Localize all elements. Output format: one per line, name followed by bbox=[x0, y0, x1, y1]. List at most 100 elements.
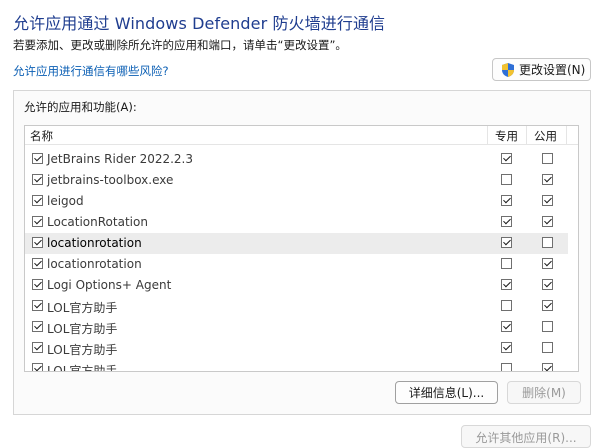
enabled-checkbox[interactable] bbox=[32, 174, 43, 185]
allowed-apps-label: 允许的应用和功能(A): bbox=[24, 100, 137, 114]
checkbox-box[interactable] bbox=[501, 279, 512, 290]
app-name: Logi Options+ Agent bbox=[47, 278, 172, 292]
column-divider[interactable] bbox=[487, 126, 488, 144]
checkbox-box[interactable] bbox=[542, 195, 553, 206]
enabled-checkbox[interactable] bbox=[32, 300, 43, 311]
checkbox-box[interactable] bbox=[32, 174, 43, 185]
page-title: 允许应用通过 Windows Defender 防火墙进行通信 bbox=[13, 14, 386, 33]
checkbox-box[interactable] bbox=[542, 279, 553, 290]
app-name: LOL官方助手 bbox=[47, 301, 118, 315]
app-name: LocationRotation bbox=[47, 215, 148, 229]
table-row[interactable]: LOL官方助手 bbox=[25, 359, 568, 372]
column-divider bbox=[566, 126, 567, 144]
checkbox-box[interactable] bbox=[542, 342, 553, 353]
checkbox-box[interactable] bbox=[32, 153, 43, 164]
column-header-public[interactable]: 公用 bbox=[534, 128, 557, 144]
checkbox-box[interactable] bbox=[542, 174, 553, 185]
checkbox-box[interactable] bbox=[501, 237, 512, 248]
checkbox-box[interactable] bbox=[542, 300, 553, 311]
table-row[interactable]: leigod bbox=[25, 191, 568, 212]
enabled-checkbox[interactable] bbox=[32, 279, 43, 290]
public-checkbox[interactable] bbox=[542, 153, 553, 164]
checkbox-box[interactable] bbox=[501, 153, 512, 164]
public-checkbox[interactable] bbox=[542, 237, 553, 248]
enabled-checkbox[interactable] bbox=[32, 237, 43, 248]
app-name: LOL官方助手 bbox=[47, 343, 118, 357]
checkbox-box[interactable] bbox=[501, 195, 512, 206]
table-row[interactable]: JetBrains Rider 2022.2.3 bbox=[25, 149, 568, 170]
enabled-checkbox[interactable] bbox=[32, 363, 43, 371]
enabled-checkbox[interactable] bbox=[32, 342, 43, 353]
enabled-checkbox[interactable] bbox=[32, 153, 43, 164]
private-checkbox[interactable] bbox=[501, 237, 512, 248]
checkbox-box[interactable] bbox=[542, 258, 553, 269]
checkbox-box[interactable] bbox=[501, 321, 512, 332]
public-checkbox[interactable] bbox=[542, 321, 553, 332]
change-settings-button[interactable]: 更改设置(N) bbox=[492, 58, 591, 81]
private-checkbox[interactable] bbox=[501, 363, 512, 371]
table-row[interactable]: LOL官方助手 bbox=[25, 338, 568, 359]
private-checkbox[interactable] bbox=[501, 195, 512, 206]
checkbox-box[interactable] bbox=[542, 153, 553, 164]
table-row[interactable]: LOL官方助手 bbox=[25, 296, 568, 317]
public-checkbox[interactable] bbox=[542, 363, 553, 371]
table-row[interactable]: Logi Options+ Agent bbox=[25, 275, 568, 296]
allowed-apps-list[interactable]: 名称 专用 公用 JetBrains Rider 2022.2.3 jetbrai… bbox=[24, 125, 579, 372]
checkbox-box[interactable] bbox=[542, 237, 553, 248]
public-checkbox[interactable] bbox=[542, 174, 553, 185]
private-checkbox[interactable] bbox=[501, 279, 512, 290]
checkbox-box[interactable] bbox=[32, 195, 43, 206]
checkbox-box[interactable] bbox=[32, 216, 43, 227]
checkbox-box[interactable] bbox=[32, 237, 43, 248]
app-name: LOL官方助手 bbox=[47, 364, 118, 372]
table-row[interactable]: locationrotation bbox=[25, 233, 568, 254]
checkbox-box[interactable] bbox=[501, 258, 512, 269]
table-row[interactable]: locationrotation bbox=[25, 254, 568, 275]
checkbox-box[interactable] bbox=[501, 300, 512, 311]
private-checkbox[interactable] bbox=[501, 153, 512, 164]
enabled-checkbox[interactable] bbox=[32, 321, 43, 332]
checkbox-box[interactable] bbox=[501, 363, 512, 371]
public-checkbox[interactable] bbox=[542, 300, 553, 311]
app-name: locationrotation bbox=[47, 236, 142, 250]
checkbox-box[interactable] bbox=[32, 258, 43, 269]
public-checkbox[interactable] bbox=[542, 258, 553, 269]
risk-link[interactable]: 允许应用进行通信有哪些风险? bbox=[13, 63, 169, 79]
checkbox-box[interactable] bbox=[32, 300, 43, 311]
checkbox-box[interactable] bbox=[501, 342, 512, 353]
enabled-checkbox[interactable] bbox=[32, 195, 43, 206]
column-divider[interactable] bbox=[526, 126, 527, 144]
checkbox-box[interactable] bbox=[32, 321, 43, 332]
app-name: LOL官方助手 bbox=[47, 322, 118, 336]
table-row[interactable]: LOL官方助手 bbox=[25, 317, 568, 338]
column-header-name[interactable]: 名称 bbox=[30, 128, 53, 144]
public-checkbox[interactable] bbox=[542, 279, 553, 290]
column-header-private[interactable]: 专用 bbox=[495, 128, 518, 144]
private-checkbox[interactable] bbox=[501, 321, 512, 332]
allowed-apps-group: 允许的应用和功能(A): 名称 专用 公用 JetBrains Rider 20… bbox=[13, 90, 591, 415]
checkbox-box[interactable] bbox=[32, 363, 43, 371]
public-checkbox[interactable] bbox=[542, 216, 553, 227]
private-checkbox[interactable] bbox=[501, 342, 512, 353]
checkbox-box[interactable] bbox=[542, 363, 553, 371]
checkbox-box[interactable] bbox=[542, 216, 553, 227]
enabled-checkbox[interactable] bbox=[32, 258, 43, 269]
checkbox-box[interactable] bbox=[501, 174, 512, 185]
checkbox-box[interactable] bbox=[32, 279, 43, 290]
allow-other-app-button[interactable]: 允许其他应用(R)... bbox=[461, 425, 591, 448]
private-checkbox[interactable] bbox=[501, 174, 512, 185]
public-checkbox[interactable] bbox=[542, 195, 553, 206]
checkbox-box[interactable] bbox=[32, 342, 43, 353]
private-checkbox[interactable] bbox=[501, 300, 512, 311]
details-button[interactable]: 详细信息(L)... bbox=[395, 381, 498, 404]
checkbox-box[interactable] bbox=[501, 216, 512, 227]
public-checkbox[interactable] bbox=[542, 342, 553, 353]
checkbox-box[interactable] bbox=[542, 321, 553, 332]
table-row[interactable]: LocationRotation bbox=[25, 212, 568, 233]
enabled-checkbox[interactable] bbox=[32, 216, 43, 227]
page-subtitle: 若要添加、更改或删除所允许的应用和端口，请单击“更改设置”。 bbox=[13, 38, 347, 52]
private-checkbox[interactable] bbox=[501, 258, 512, 269]
table-row[interactable]: jetbrains-toolbox.exe bbox=[25, 170, 568, 191]
private-checkbox[interactable] bbox=[501, 216, 512, 227]
delete-button[interactable]: 删除(M) bbox=[507, 381, 581, 404]
